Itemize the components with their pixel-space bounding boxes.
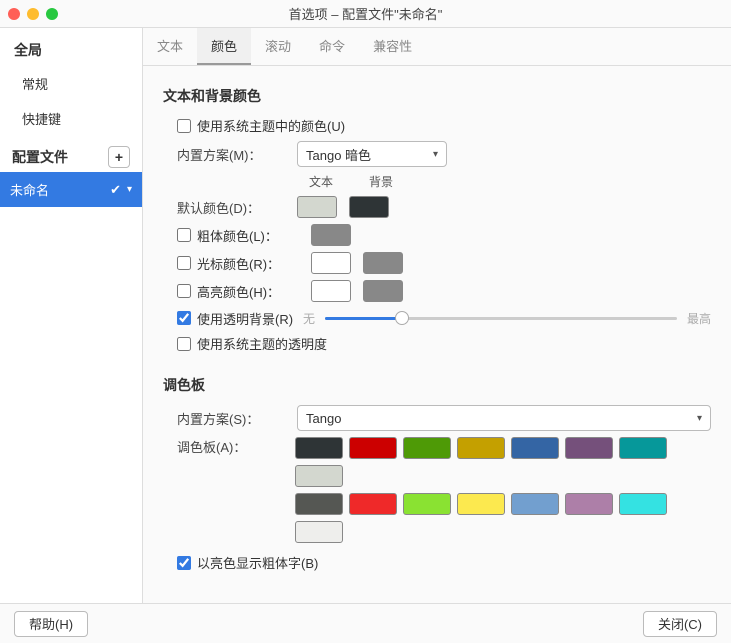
bright-bold-checkbox[interactable]: 以亮色显示粗体字(B): [177, 553, 318, 572]
checkmark-icon: ✔: [110, 182, 121, 198]
builtin-scheme-label: 内置方案(M)：: [177, 145, 287, 164]
tabs: 文本 颜色 滚动 命令 兼容性: [143, 28, 731, 66]
zoom-window-icon[interactable]: [46, 8, 58, 20]
palette-builtin-label: 内置方案(S)：: [177, 409, 287, 428]
palette-row-2: [295, 493, 711, 543]
palette-swatch[interactable]: [565, 437, 613, 459]
palette-swatch[interactable]: [295, 437, 343, 459]
cursor-color-input[interactable]: [177, 256, 191, 270]
bold-color-input[interactable]: [177, 228, 191, 242]
tab-text[interactable]: 文本: [143, 28, 197, 65]
tab-command[interactable]: 命令: [305, 28, 359, 65]
default-text-swatch[interactable]: [297, 196, 337, 218]
highlight-color-input[interactable]: [177, 284, 191, 298]
palette-builtin-select[interactable]: Tango ▾: [297, 405, 711, 431]
sidebar-item-shortcuts[interactable]: 快捷键: [0, 101, 142, 136]
section-textbg-title: 文本和背景颜色: [163, 86, 711, 106]
palette-swatch[interactable]: [457, 437, 505, 459]
highlight-bg-swatch[interactable]: [363, 280, 403, 302]
sidebar-item-general[interactable]: 常规: [0, 66, 142, 101]
col-header-text: 文本: [301, 173, 341, 190]
palette-swatch[interactable]: [511, 493, 559, 515]
chevron-down-icon: ▾: [433, 149, 438, 160]
bright-bold-input[interactable]: [177, 556, 191, 570]
cursor-color-checkbox[interactable]: 光标颜色(R)：: [177, 254, 301, 273]
slider-min-label: 无: [303, 310, 315, 327]
slider-max-label: 最高: [687, 310, 711, 327]
palette-swatch[interactable]: [403, 493, 451, 515]
footer: 帮助(H) 关闭(C): [0, 603, 731, 643]
sidebar-header-global: 全局: [0, 28, 142, 66]
titlebar: 首选项 – 配置文件"未命名": [0, 0, 731, 28]
default-color-label: 默认颜色(D)：: [177, 198, 287, 217]
sidebar-profile-selected[interactable]: 未命名 ✔ ▾: [0, 172, 142, 207]
highlight-text-swatch[interactable]: [311, 280, 351, 302]
traffic-lights: [8, 8, 58, 20]
palette-swatch[interactable]: [457, 493, 505, 515]
col-header-bg: 背景: [361, 173, 401, 190]
window-title: 首选项 – 配置文件"未命名": [0, 4, 731, 23]
close-window-icon[interactable]: [8, 8, 20, 20]
palette-row-1: [295, 437, 711, 487]
cursor-text-swatch[interactable]: [311, 252, 351, 274]
use-sys-trans-input[interactable]: [177, 337, 191, 351]
minimize-window-icon[interactable]: [27, 8, 39, 20]
add-profile-button[interactable]: +: [108, 146, 130, 168]
cursor-bg-swatch[interactable]: [363, 252, 403, 274]
palette-swatch[interactable]: [619, 437, 667, 459]
bold-color-checkbox[interactable]: 粗体颜色(L)：: [177, 226, 301, 245]
palette-label: 调色板(A)：: [177, 437, 285, 456]
palette-swatch[interactable]: [349, 493, 397, 515]
palette-swatch[interactable]: [565, 493, 613, 515]
tab-compat[interactable]: 兼容性: [359, 28, 426, 65]
section-palette-title: 调色板: [163, 375, 711, 395]
transparency-slider[interactable]: [325, 308, 677, 328]
close-button[interactable]: 关闭(C): [643, 611, 717, 637]
default-bg-swatch[interactable]: [349, 196, 389, 218]
tab-color[interactable]: 颜色: [197, 28, 251, 65]
profile-name: 未命名: [10, 180, 110, 199]
sidebar: 全局 常规 快捷键 配置文件 + 未命名 ✔ ▾: [0, 28, 143, 603]
palette-swatch[interactable]: [295, 465, 343, 487]
bold-text-swatch[interactable]: [311, 224, 351, 246]
palette-swatch[interactable]: [619, 493, 667, 515]
palette-swatch[interactable]: [511, 437, 559, 459]
palette-swatch[interactable]: [403, 437, 451, 459]
highlight-color-checkbox[interactable]: 高亮颜色(H)：: [177, 282, 301, 301]
sidebar-header-profiles: 配置文件: [12, 147, 68, 167]
chevron-down-icon: ▾: [127, 184, 132, 195]
help-button[interactable]: 帮助(H): [14, 611, 88, 637]
use-system-theme-checkbox[interactable]: 使用系统主题中的颜色(U): [177, 116, 345, 135]
tab-scroll[interactable]: 滚动: [251, 28, 305, 65]
palette-swatch[interactable]: [295, 493, 343, 515]
builtin-scheme-select[interactable]: Tango 暗色 ▾: [297, 141, 447, 167]
use-system-theme-input[interactable]: [177, 119, 191, 133]
palette-swatch[interactable]: [295, 521, 343, 543]
transparent-bg-input[interactable]: [177, 311, 191, 325]
palette-swatch[interactable]: [349, 437, 397, 459]
chevron-down-icon: ▾: [697, 413, 702, 424]
transparent-bg-checkbox[interactable]: 使用透明背景(R): [177, 309, 293, 328]
use-sys-trans-checkbox[interactable]: 使用系统主题的透明度: [177, 334, 327, 353]
